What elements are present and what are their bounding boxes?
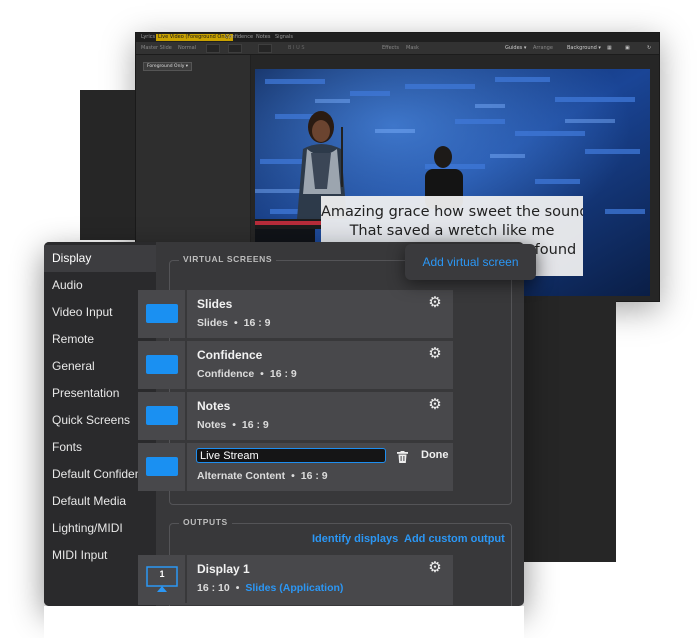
screen-name: Confidence xyxy=(197,348,263,362)
master-slide-label[interactable]: Master Slide xyxy=(141,45,172,51)
line-spacing-field[interactable] xyxy=(228,44,242,53)
guides-dropdown[interactable]: Guides ▾ xyxy=(505,45,526,51)
screen-details: Alternate Content • 16 : 9 xyxy=(197,470,328,482)
screen-details: Notes • 16 : 9 xyxy=(197,419,269,431)
screen-icon[interactable]: ▣ xyxy=(625,45,630,51)
font-size-field[interactable] xyxy=(206,44,220,53)
row-divider xyxy=(185,341,187,389)
display-number: 1 xyxy=(159,569,165,579)
output-name: Display 1 xyxy=(197,562,250,576)
screen-content: Confidence xyxy=(197,368,255,380)
virtual-screen-row-editing[interactable]: Alternate Content • 16 : 9 Done xyxy=(138,443,453,491)
page-background xyxy=(44,606,524,638)
screen-details: Slides • 16 : 9 xyxy=(197,317,270,329)
add-virtual-screen-button[interactable]: Add virtual screen xyxy=(405,244,536,280)
tab-lyrics[interactable]: Lyrics xyxy=(139,34,157,41)
screen-content: Slides xyxy=(197,317,228,329)
screen-thumb-cell xyxy=(138,443,184,491)
screen-content: Notes xyxy=(197,419,227,431)
layout-icon[interactable]: ▦ xyxy=(607,45,612,51)
virtual-screens-heading: VIRTUAL SCREENS xyxy=(179,254,277,264)
lyric-line-1: Amazing grace how sweet the sound xyxy=(321,204,583,220)
background-dropdown[interactable]: Background ▾ xyxy=(567,45,601,51)
screen-aspect: 16 : 9 xyxy=(243,317,271,329)
virtual-screen-row[interactable]: Confidence Confidence • 16 : 9 ⚙ xyxy=(138,341,453,389)
backdrop-panel-right xyxy=(524,300,616,562)
screen-thumbnail xyxy=(146,355,178,374)
separator-dot: • xyxy=(235,582,240,594)
lyric-line-2: That saved a wretch like me xyxy=(349,223,555,239)
screen-aspect: 16 : 9 xyxy=(241,419,269,431)
output-row[interactable]: 1 Display 1 16 : 10 • Slides (Application)… xyxy=(138,555,453,605)
screen-content: Alternate Content xyxy=(197,470,286,482)
separator-dot: • xyxy=(260,368,264,380)
done-button[interactable]: Done xyxy=(421,449,449,461)
row-divider xyxy=(185,555,187,603)
row-divider xyxy=(185,443,187,491)
separator-dot: • xyxy=(232,419,236,431)
screen-name: Notes xyxy=(197,399,231,413)
screen-aspect: 16 : 9 xyxy=(300,470,328,482)
effects-label[interactable]: Effects xyxy=(382,45,399,51)
screen-thumb-cell xyxy=(138,392,184,440)
screen-thumb-cell xyxy=(138,341,184,389)
screen-thumbnail xyxy=(146,457,178,476)
screen-thumbnail xyxy=(146,304,178,323)
arrange-label[interactable]: Arrange xyxy=(533,45,553,51)
identify-displays-link[interactable]: Identify displays xyxy=(312,533,398,545)
add-custom-output-link[interactable]: Add custom output xyxy=(404,533,505,545)
add-virtual-screen-popover[interactable]: Add virtual screen xyxy=(405,244,536,280)
tab-signals[interactable]: Signals xyxy=(273,34,295,41)
gear-icon[interactable]: ⚙ xyxy=(428,295,442,310)
output-details: 16 : 10 • Slides (Application) xyxy=(197,582,343,594)
virtual-screen-row[interactable]: Slides Slides • 16 : 9 ⚙ xyxy=(138,290,453,338)
screen-aspect: 16 : 9 xyxy=(269,368,297,380)
tab-notes[interactable]: Notes xyxy=(254,34,272,41)
sidebar-item-default-media[interactable]: Default Media xyxy=(44,488,156,515)
text-style-icon[interactable]: B I U S xyxy=(288,45,305,51)
tab-live-video[interactable]: Live Video (Foreground Only) xyxy=(156,34,233,41)
row-divider xyxy=(185,392,187,440)
gear-icon[interactable]: ⚙ xyxy=(428,397,442,412)
output-aspect: 16 : 10 xyxy=(197,582,230,594)
output-assignment-link[interactable]: Slides (Application) xyxy=(245,582,343,594)
editor-toolbar: Master Slide Normal B I U S Effects Mask… xyxy=(136,42,659,55)
layer-dropdown[interactable]: Foreground Only ▾ xyxy=(143,62,193,71)
trash-icon[interactable] xyxy=(397,451,408,463)
normal-label[interactable]: Normal xyxy=(178,45,196,51)
screen-name-input[interactable] xyxy=(196,448,386,463)
screen-thumbnail xyxy=(146,406,178,425)
outputs-heading: OUTPUTS xyxy=(179,517,232,527)
refresh-icon[interactable]: ↻ xyxy=(647,45,651,51)
display-icon-cell: 1 xyxy=(138,555,184,603)
sidebar-item-display[interactable]: Display xyxy=(44,245,156,272)
separator-dot: • xyxy=(291,470,295,482)
mask-label[interactable]: Mask xyxy=(406,45,419,51)
screen-details: Confidence • 16 : 9 xyxy=(197,368,297,380)
editor-tab-bar: Lyrics Live Video (Foreground Only) Conf… xyxy=(136,33,659,42)
screen-name: Slides xyxy=(197,297,233,311)
gear-icon[interactable]: ⚙ xyxy=(428,346,442,361)
virtual-screen-row[interactable]: Notes Notes • 16 : 9 ⚙ xyxy=(138,392,453,440)
screen-thumb-cell xyxy=(138,290,184,338)
separator-dot: • xyxy=(233,317,238,329)
row-divider xyxy=(185,290,187,338)
align-field[interactable] xyxy=(258,44,272,53)
gear-icon[interactable]: ⚙ xyxy=(428,560,442,575)
tab-confidence[interactable]: Confidence xyxy=(223,34,255,41)
backdrop-panel xyxy=(80,90,135,240)
sidebar-item-lighting-midi[interactable]: Lighting/MIDI xyxy=(44,515,156,542)
